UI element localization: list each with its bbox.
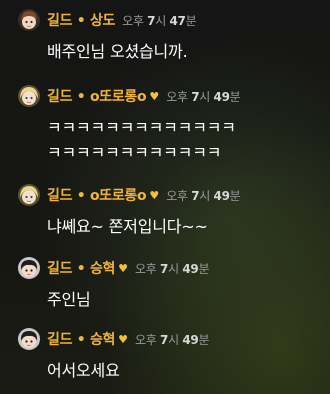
message-header: 길드 • 승혁 ♥ 오후 7시 49분 xyxy=(18,326,209,352)
message-header: 길드 • 승혁 ♥ 오후 7시 49분 xyxy=(18,255,209,281)
message-text: 배주인님 오셨습니까. xyxy=(47,42,188,61)
character-avatar-brown-hair-icon[interactable] xyxy=(18,9,40,31)
message-text: ㅋㅋㅋㅋㅋㅋㅋㅋㅋㅋㅋㅋ xyxy=(47,143,222,162)
message-header: 길드 • o또로롱o ♥ 오후 7시 49분 xyxy=(18,182,241,208)
sender-name[interactable]: 길드 • o또로롱o xyxy=(47,185,147,205)
sender-name[interactable]: 길드 • o또로롱o xyxy=(47,86,147,106)
timestamp: 오후 7시 47분 xyxy=(122,13,197,28)
timestamp: 오후 7시 49분 xyxy=(135,332,210,347)
chat-log: 길드 • 상도 오후 7시 47분 배주인님 오셨습니까. 길드 • o또로롱o… xyxy=(0,0,330,394)
message-header: 길드 • 상도 오후 7시 47분 xyxy=(18,7,197,33)
message-text: 어서오세요 xyxy=(47,361,120,380)
timestamp: 오후 7시 49분 xyxy=(135,261,210,276)
character-avatar-dark-hair-icon[interactable] xyxy=(18,328,40,350)
message-text: 냐쎼요~ 쫀저입니다~~ xyxy=(47,217,208,236)
timestamp: 오후 7시 49분 xyxy=(166,89,241,104)
sender-name[interactable]: 길드 • 승혁 xyxy=(47,329,115,349)
heart-icon: ♥ xyxy=(149,188,160,202)
message-text: ㅋㅋㅋㅋㅋㅋㅋㅋㅋㅋㅋㅋㅋ xyxy=(47,118,236,137)
character-avatar-blonde-hair-icon[interactable] xyxy=(18,184,40,206)
character-avatar-blonde-hair-icon[interactable] xyxy=(18,85,40,107)
heart-icon: ♥ xyxy=(149,89,160,103)
message-header: 길드 • o또로롱o ♥ 오후 7시 49분 xyxy=(18,83,241,109)
message-text: 주인님 xyxy=(47,290,91,309)
timestamp: 오후 7시 49분 xyxy=(166,188,241,203)
heart-icon: ♥ xyxy=(118,332,128,346)
sender-name[interactable]: 길드 • 상도 xyxy=(47,10,115,30)
sender-name[interactable]: 길드 • 승혁 xyxy=(47,258,115,278)
heart-icon: ♥ xyxy=(118,261,128,275)
character-avatar-dark-hair-icon[interactable] xyxy=(18,257,40,279)
